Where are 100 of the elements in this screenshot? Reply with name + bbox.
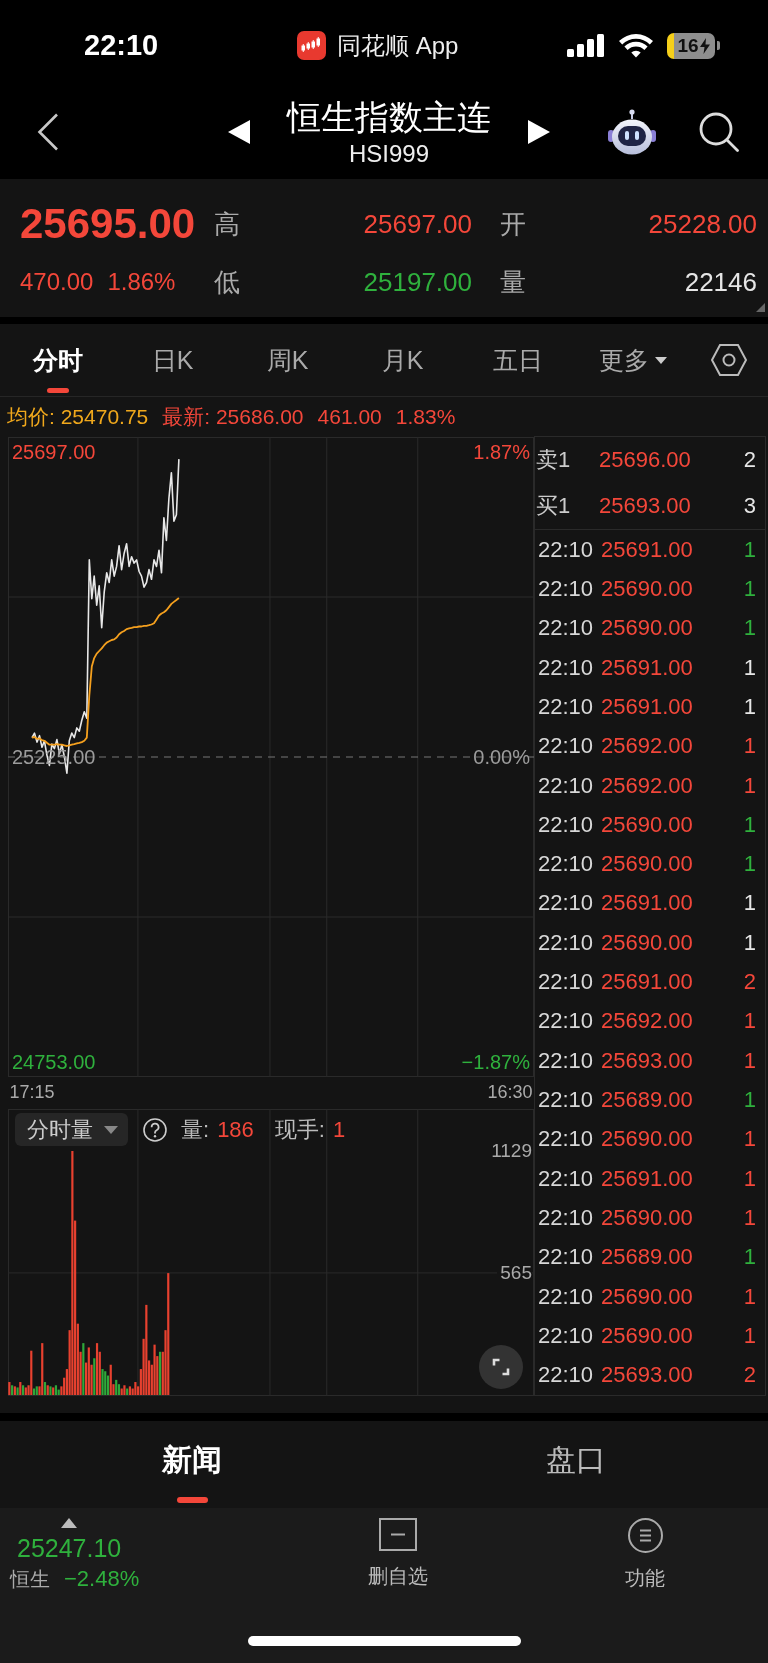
trade-price: 25690.00 [601,811,693,838]
functions-button[interactable]: 功能 [625,1518,665,1592]
trade-time: 22:10 [538,1087,594,1114]
chart-tab[interactable]: 日K [115,324,230,396]
price-axis-label: 25697.00 [12,442,96,462]
trade-volume: 1 [743,1283,756,1310]
trade-price: 25693.00 [601,1362,693,1389]
trade-volume: 2 [743,969,756,996]
search-icon[interactable] [699,112,739,152]
trade-price: 25690.00 [601,615,693,642]
hand-label: 现手: [274,1115,325,1144]
trade-volume: 1 [743,929,756,956]
time-axis-label: 16:30 [487,1082,533,1102]
instrument-title: 恒生指数主连 [287,96,491,137]
robot-icon[interactable] [607,109,657,155]
index-value: 25247.10 [17,1534,122,1562]
trade-time: 22:10 [538,733,594,760]
latest-change-percent: 1.83% [395,404,456,429]
chart-tab[interactable]: 月K [345,324,460,396]
order-label: 卖1 [536,446,572,474]
instrument-code: HSI999 [348,139,430,168]
help-icon[interactable] [143,1117,167,1142]
trade-time: 22:10 [538,890,594,917]
trade-volume: 1 [743,1322,756,1349]
trade-volume: 1 [743,615,756,642]
trade-volume: 1 [743,1244,756,1271]
trade-time: 22:10 [538,575,594,602]
caret-icon [654,356,667,364]
stat-label: 开 [499,207,527,241]
trade-time: 22:10 [538,693,594,720]
trade-volume: 1 [743,1204,756,1231]
signal-icon [567,34,605,57]
caret-icon [104,1125,118,1134]
price-change: 470.00 [20,268,94,296]
trade-price: 25690.00 [601,1126,693,1153]
order-volume: 2 [743,447,756,473]
chart-tab[interactable]: 分时 [0,324,115,396]
bottom-tab[interactable]: 盘口 [384,1421,768,1508]
menu-circle-icon [627,1518,663,1553]
wifi-icon [619,33,653,58]
trade-time: 22:10 [538,1008,594,1035]
trade-price: 25691.00 [601,890,693,917]
trade-price: 25691.00 [601,536,693,563]
latest-change: 461.00 [317,404,382,429]
chart-tab[interactable]: 更多 [575,324,690,396]
bolt-icon [699,37,710,54]
back-icon[interactable] [37,113,59,151]
stat-value: 25697.00 [363,208,472,240]
average-price: 均价: 25470.75 [7,403,149,430]
trade-price: 25693.00 [601,1047,693,1074]
app-name: 同花顺 App [337,30,459,61]
trade-time: 22:10 [538,969,594,996]
trade-volume: 1 [743,1126,756,1153]
remove-watchlist-button[interactable]: 删自选 [368,1518,428,1590]
volume-label: 量: [181,1115,210,1144]
price-axis-label: 24753.00 [12,1052,96,1072]
trade-time: 22:10 [538,772,594,799]
bottom-tab[interactable]: 新闻 [0,1421,384,1508]
index-change: −2.48% [64,1566,140,1592]
expand-icon[interactable] [479,1345,523,1389]
trade-time: 22:10 [538,615,594,642]
time-axis-label: 17:15 [9,1082,55,1102]
trade-volume: 1 [743,733,756,760]
trade-time: 22:10 [538,536,594,563]
percent-axis-label: −1.87% [461,1052,530,1072]
stat-label: 量 [499,265,527,299]
latest-price: 最新: 25686.00 [162,403,304,430]
trade-volume: 2 [743,1362,756,1389]
candlestick-app-icon [297,31,326,60]
trade-price: 25690.00 [601,1283,693,1310]
stat-value: 22146 [684,266,757,298]
percent-axis-label: 0.00% [473,747,530,767]
trade-price: 25692.00 [601,1008,693,1035]
stat-label: 高 [213,207,241,241]
trade-price: 25690.00 [601,1322,693,1349]
volume-value: 186 [217,1116,254,1143]
minus-box-icon [379,1518,417,1551]
price-change-percent: 1.86% [107,268,176,296]
trade-time: 22:10 [538,654,594,681]
volume-selector[interactable]: 分时量 [15,1113,128,1146]
left-triangle-icon[interactable] [228,120,250,144]
trade-price: 25689.00 [601,1244,693,1271]
settings-icon[interactable] [711,344,747,376]
up-triangle-icon[interactable] [61,1518,77,1528]
stat-label: 低 [213,265,241,299]
right-triangle-icon[interactable] [528,120,550,144]
trade-time: 22:10 [538,811,594,838]
trade-price: 25692.00 [601,772,693,799]
trade-volume: 1 [743,1087,756,1114]
trade-time: 22:10 [538,1244,594,1271]
chart-tab[interactable]: 五日 [460,324,575,396]
order-label: 买1 [536,492,572,520]
trade-time: 22:10 [538,1126,594,1153]
index-name: 恒生 [10,1567,50,1592]
trade-price: 25689.00 [601,1087,693,1114]
chart-tab[interactable]: 周K [230,324,345,396]
trade-time: 22:10 [538,1204,594,1231]
trade-time: 22:10 [538,1047,594,1074]
corner-triangle-icon[interactable] [756,303,765,312]
trade-price: 25691.00 [601,1165,693,1192]
